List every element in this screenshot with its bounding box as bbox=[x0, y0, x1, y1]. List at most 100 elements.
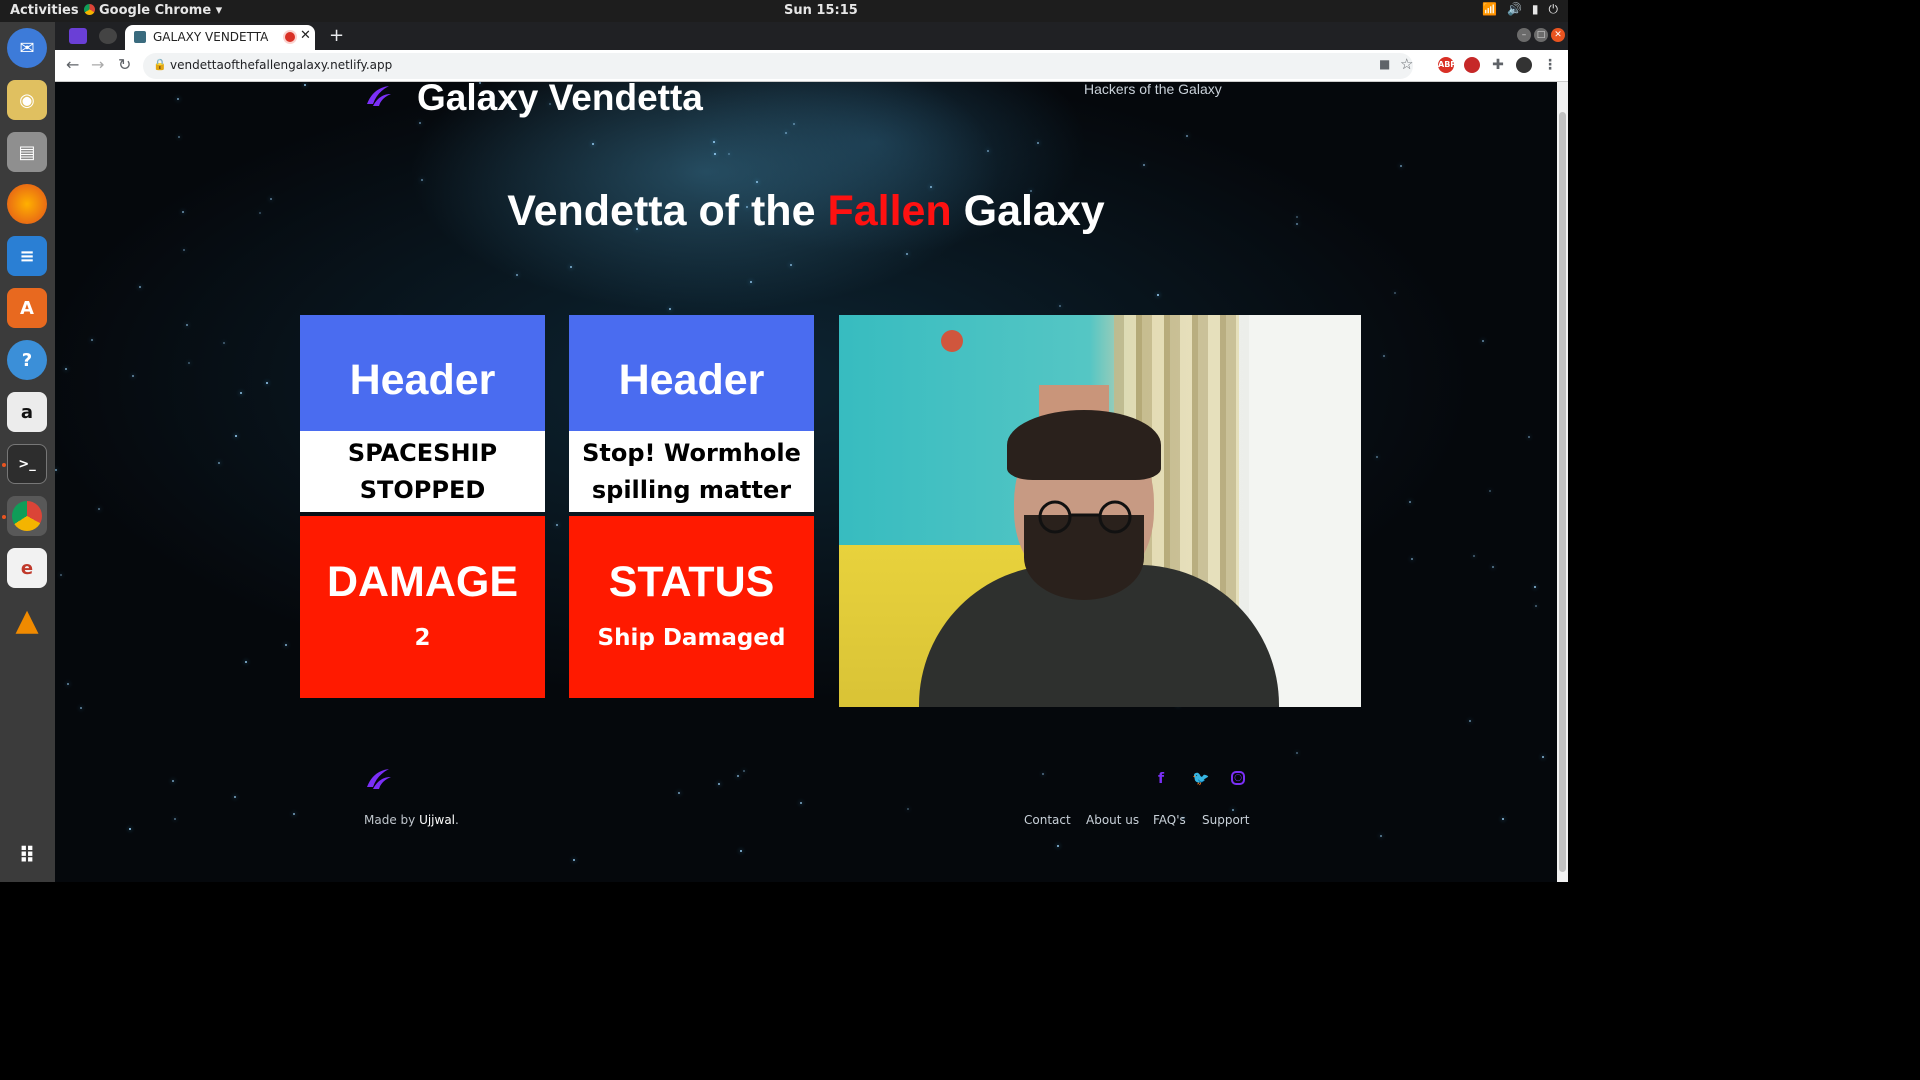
star bbox=[1057, 845, 1059, 847]
star bbox=[139, 286, 141, 288]
facebook-icon[interactable]: f bbox=[1153, 771, 1169, 787]
chrome-icon bbox=[84, 4, 95, 15]
recorder-extension-icon[interactable] bbox=[1464, 57, 1480, 73]
tab-close-button[interactable]: ✕ bbox=[300, 28, 311, 43]
star bbox=[713, 141, 715, 143]
rhythmbox-icon[interactable]: ◉ bbox=[7, 80, 47, 120]
power-icon: ⏻ bbox=[1548, 2, 1559, 16]
webcam-person-hair bbox=[1007, 410, 1161, 480]
star bbox=[669, 308, 671, 310]
star bbox=[223, 342, 225, 344]
star bbox=[1534, 586, 1536, 588]
hero-title-end: Galaxy bbox=[951, 187, 1105, 235]
star bbox=[55, 469, 57, 471]
star bbox=[129, 828, 131, 830]
footer-link-about[interactable]: About us bbox=[1086, 813, 1139, 827]
scrollbar-thumb[interactable] bbox=[1559, 112, 1566, 872]
star bbox=[172, 780, 174, 782]
browser-toolbar: ← → ↻ 🔒 vendettaofthefallengalaxy.netlif… bbox=[55, 50, 1568, 82]
star bbox=[740, 850, 742, 852]
lock-icon: 🔒 bbox=[153, 58, 167, 71]
status-title: STATUS bbox=[608, 558, 775, 606]
adblock-extension-icon[interactable]: ABP bbox=[1438, 57, 1456, 73]
pinned-tab-code-icon[interactable] bbox=[69, 28, 87, 44]
vlc-icon[interactable]: ▲ bbox=[7, 600, 47, 640]
forward-button[interactable]: → bbox=[91, 55, 104, 74]
maximize-button[interactable]: □ bbox=[1534, 28, 1548, 42]
star bbox=[1492, 566, 1494, 568]
amazon-icon[interactable]: a bbox=[7, 392, 47, 432]
star bbox=[419, 122, 421, 124]
bookmark-star-icon[interactable]: ☆ bbox=[1400, 55, 1413, 73]
star bbox=[218, 462, 220, 464]
footer-logo-icon[interactable] bbox=[363, 765, 393, 793]
system-tray[interactable]: 📶 🔊 ▮ ⏻ bbox=[1482, 2, 1558, 17]
extensions-puzzle-icon[interactable]: ✚ bbox=[1490, 57, 1506, 73]
close-window-button[interactable]: ✕ bbox=[1551, 28, 1565, 42]
document-viewer-icon[interactable]: e bbox=[7, 548, 47, 588]
star bbox=[1143, 164, 1145, 166]
card-header: Header bbox=[569, 315, 814, 431]
star bbox=[1059, 305, 1061, 307]
activities-button[interactable]: Activities bbox=[10, 3, 79, 18]
star bbox=[188, 362, 190, 364]
footer-link-support[interactable]: Support bbox=[1202, 813, 1249, 827]
star bbox=[793, 123, 795, 125]
camera-icon[interactable]: ■ bbox=[1379, 57, 1390, 71]
files-icon[interactable]: ▤ bbox=[7, 132, 47, 172]
footer-link-contact[interactable]: Contact bbox=[1024, 813, 1071, 827]
damage-panel: DAMAGE 2 bbox=[300, 516, 545, 698]
dock: ✉ ◉ ▤ ≡ A ? a >_ e ▲ ⠿ bbox=[0, 22, 55, 882]
app-menu[interactable]: Google Chrome ▾ bbox=[84, 3, 222, 18]
star bbox=[907, 808, 909, 810]
show-applications-icon[interactable]: ⠿ bbox=[7, 836, 47, 876]
chrome-dock-icon[interactable] bbox=[7, 496, 47, 536]
star bbox=[750, 281, 752, 283]
page-scrollbar[interactable] bbox=[1557, 82, 1568, 882]
new-tab-button[interactable]: + bbox=[329, 25, 344, 46]
star bbox=[1400, 165, 1402, 167]
firefox-icon[interactable] bbox=[7, 184, 47, 224]
star bbox=[285, 644, 287, 646]
writer-icon[interactable]: ≡ bbox=[7, 236, 47, 276]
tab-title: GALAXY VENDETTA bbox=[153, 30, 269, 44]
webcam-video-feed[interactable] bbox=[839, 315, 1361, 707]
software-center-icon[interactable]: A bbox=[7, 288, 47, 328]
footer-link-faq[interactable]: FAQ's bbox=[1153, 813, 1186, 827]
author-link[interactable]: Ujjwal bbox=[419, 813, 455, 827]
address-bar[interactable]: 🔒 vendettaofthefallengalaxy.netlify.app … bbox=[143, 53, 1413, 79]
chrome-menu-icon[interactable]: ⋮ bbox=[1542, 57, 1558, 73]
star bbox=[1186, 135, 1188, 137]
site-logo-icon[interactable] bbox=[363, 82, 393, 110]
reload-button[interactable]: ↻ bbox=[118, 55, 131, 74]
profile-avatar[interactable] bbox=[1516, 57, 1532, 73]
nav-link-hackers[interactable]: Hackers of the Galaxy bbox=[1084, 82, 1222, 97]
star bbox=[1411, 558, 1413, 560]
credit-period: . bbox=[455, 813, 459, 827]
terminal-icon[interactable]: >_ bbox=[7, 444, 47, 484]
star bbox=[1037, 142, 1039, 144]
pinned-tab-github-icon[interactable] bbox=[99, 28, 117, 44]
star bbox=[60, 574, 62, 576]
star bbox=[1383, 355, 1385, 357]
site-brand[interactable]: Galaxy Vendetta bbox=[417, 82, 703, 119]
chrome-running-indicator bbox=[2, 515, 6, 519]
star bbox=[67, 683, 69, 685]
star bbox=[1482, 340, 1484, 342]
twitter-icon[interactable]: 🐦 bbox=[1192, 771, 1209, 787]
status-panel: STATUS Ship Damaged bbox=[569, 516, 814, 698]
back-button[interactable]: ← bbox=[66, 55, 79, 74]
star bbox=[304, 84, 306, 86]
star bbox=[987, 150, 989, 152]
help-icon[interactable]: ? bbox=[7, 340, 47, 380]
star bbox=[421, 179, 423, 181]
clock[interactable]: Sun 15:15 bbox=[784, 3, 858, 18]
wifi-icon: 📶 bbox=[1481, 2, 1497, 16]
tab-galaxy-vendetta[interactable]: GALAXY VENDETTA ✕ bbox=[125, 25, 315, 50]
instagram-icon[interactable]: ○ bbox=[1231, 771, 1245, 785]
card-message: SPACESHIP STOPPED bbox=[300, 431, 545, 512]
star bbox=[1394, 292, 1396, 294]
minimize-button[interactable]: – bbox=[1517, 28, 1531, 42]
thunderbird-icon[interactable]: ✉ bbox=[7, 28, 47, 68]
card-message: Stop! Wormhole spilling matter bbox=[569, 431, 814, 512]
